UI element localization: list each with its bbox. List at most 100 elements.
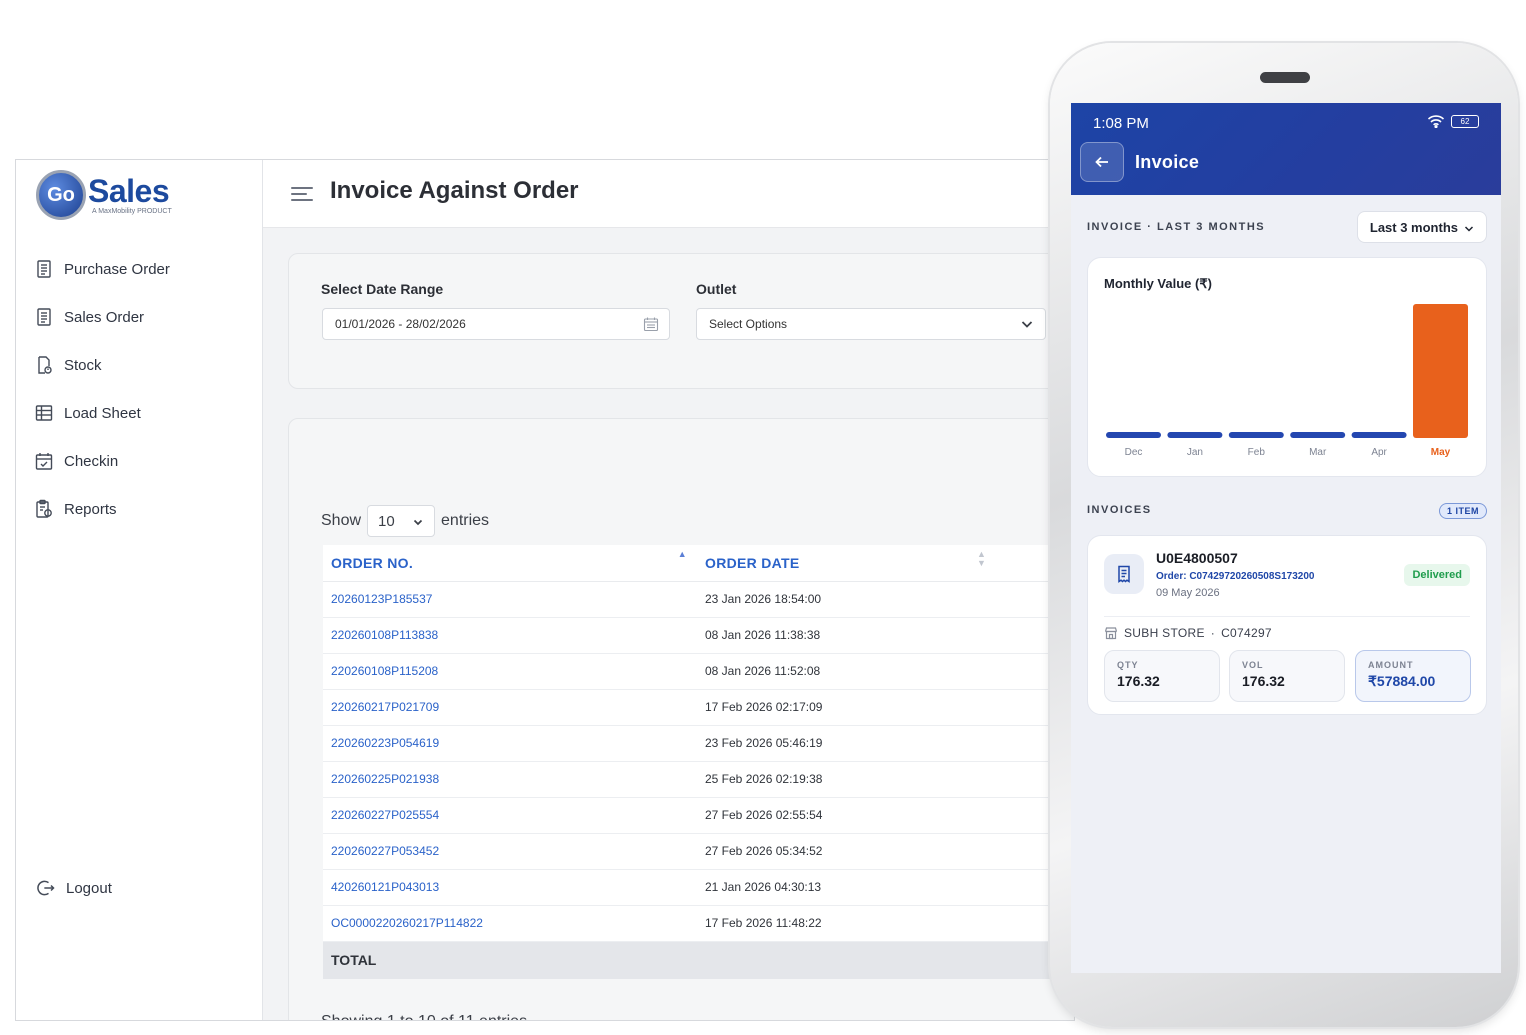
order-number-link[interactable]: 220260227P025554 — [323, 797, 697, 834]
show-label: Show — [321, 512, 362, 529]
logo-mark: Go — [36, 170, 86, 220]
table-row: 220260223P054619 23 Feb 2026 05:46:19 — [323, 725, 1074, 762]
date-range-label: Select Date Range — [321, 281, 444, 297]
store-info: SUBH STORE · C074297 — [1104, 626, 1272, 640]
sidebar: Go Sales A MaxMobility PRODUCT Purchase … — [16, 160, 263, 1020]
vol-label: VOL — [1242, 660, 1264, 670]
invoices-label: INVOICES — [1087, 504, 1152, 516]
amount-value: ₹57884.00 — [1368, 673, 1436, 689]
arrow-left-icon — [1094, 154, 1110, 170]
monthly-value-chart-card: Monthly Value (₹) Dec Jan Feb Mar Apr May — [1087, 257, 1487, 477]
chart-bar-dec[interactable] — [1106, 432, 1161, 438]
sort-icon: ▲ ▼ — [977, 549, 987, 568]
stock-icon — [34, 355, 54, 375]
order-date-cell: 23 Jan 2026 18:54:00 — [697, 581, 1074, 618]
column-header-order-no[interactable]: ORDER NO. ▲ — [323, 545, 697, 582]
order-number-link[interactable]: 220260225P021938 — [323, 761, 697, 798]
status-badge: Delivered — [1404, 564, 1470, 586]
chart-tick-label: Jan — [1187, 447, 1203, 458]
period-select-value: Last 3 months — [1369, 219, 1458, 235]
divider — [1104, 616, 1470, 617]
order-date-cell: 23 Feb 2026 05:46:19 — [697, 725, 1074, 762]
sidebar-item-label: Stock — [64, 356, 102, 374]
order-date-cell: 17 Feb 2026 11:48:22 — [697, 905, 1074, 942]
order-number-link[interactable]: OC0000220260217P114822 — [323, 905, 697, 942]
sidebar-item-reports[interactable]: Reports — [34, 485, 170, 533]
table-row: 220260108P115208 08 Jan 2026 11:52:08 — [323, 653, 1074, 690]
filter-panel: Select Date Range 01/01/2026 - 28/02/202… — [288, 253, 1074, 389]
chevron-down-icon — [1019, 316, 1035, 332]
page-size-select[interactable]: 10 — [367, 505, 436, 537]
top-bar: Invoice Against Order — [263, 160, 1074, 228]
chart-bar-may[interactable] — [1413, 304, 1468, 438]
web-app-window: Go Sales A MaxMobility PRODUCT Purchase … — [15, 159, 1075, 1021]
outlet-select[interactable]: Select Options — [696, 308, 1046, 340]
order-number-link[interactable]: 420260121P043013 — [323, 869, 697, 906]
page-size-control: Show 10 entries — [321, 505, 489, 537]
sidebar-item-label: Purchase Order — [64, 260, 170, 278]
chevron-down-icon — [412, 515, 424, 527]
order-number-link[interactable]: 220260223P054619 — [323, 725, 697, 762]
column-header-order-date[interactable]: ORDER DATE ▲ ▼ — [697, 545, 1074, 582]
logout-button[interactable]: Logout — [34, 876, 112, 900]
order-number-link[interactable]: 220260227P053452 — [323, 833, 697, 870]
mobile-app-header: 1:08 PM 62 Invoice — [1071, 103, 1501, 195]
order-date-cell: 27 Feb 2026 02:55:54 — [697, 797, 1074, 834]
orders-table-body: 20260123P185537 23 Jan 2026 18:54:00 22026… — [323, 581, 1074, 979]
vol-stat: VOL 176.32 — [1229, 650, 1345, 702]
menu-toggle-icon[interactable] — [291, 187, 313, 205]
sheet-icon — [34, 403, 54, 423]
store-icon — [1104, 626, 1118, 640]
sort-icon: ▲ — [677, 549, 687, 559]
chart-bar-apr[interactable] — [1351, 432, 1407, 438]
back-button[interactable] — [1080, 142, 1124, 182]
table-info: Showing 1 to 10 of 11 entries — [321, 1013, 527, 1020]
outlet-label: Outlet — [696, 281, 737, 297]
table-row: 420260121P043013 21 Jan 2026 04:30:13 — [323, 869, 1074, 906]
sidebar-item-load-sheet[interactable]: Load Sheet — [34, 389, 170, 437]
invoice-date: 09 May 2026 — [1156, 587, 1220, 599]
sidebar-item-sales-order[interactable]: Sales Order — [34, 293, 170, 341]
sidebar-item-label: Load Sheet — [64, 404, 141, 422]
logo-word: Sales — [88, 173, 170, 209]
chart-bar-feb[interactable] — [1228, 432, 1284, 438]
order-number-link[interactable]: 20260123P185537 — [323, 581, 697, 618]
page-title: Invoice Against Order — [330, 177, 579, 204]
date-range-input[interactable]: 01/01/2026 - 28/02/2026 — [322, 308, 670, 340]
battery-level: 62 — [1460, 116, 1470, 126]
order-date-cell: 17 Feb 2026 02:17:09 — [697, 689, 1074, 726]
order-date-cell: 21 Jan 2026 04:30:13 — [697, 869, 1074, 906]
sidebar-item-purchase-order[interactable]: Purchase Order — [34, 245, 170, 293]
sidebar-item-label: Sales Order — [64, 308, 145, 326]
receipt-icon — [1104, 554, 1144, 594]
table-row: OC0000220260217P114822 17 Feb 2026 11:48:… — [323, 905, 1074, 942]
app-logo[interactable]: Go Sales A MaxMobility PRODUCT — [36, 170, 172, 220]
phone-screen: 1:08 PM 62 Invoice INVOICE · LAST 3 MONT… — [1071, 103, 1501, 973]
invoice-card[interactable]: U0E4800507 Order: C07429720260508S173200… — [1087, 535, 1487, 715]
chart-tick-label: Mar — [1309, 447, 1327, 458]
period-select[interactable]: Last 3 months — [1356, 211, 1487, 243]
amount-stat: AMOUNT ₹57884.00 — [1355, 650, 1471, 702]
chart-bar-mar[interactable] — [1290, 432, 1346, 438]
chart-tick-label: May — [1431, 447, 1451, 458]
wifi-icon — [1427, 114, 1445, 129]
logout-icon — [34, 876, 58, 900]
order-number-link[interactable]: 220260217P021709 — [323, 689, 697, 726]
entries-label: entries — [441, 512, 490, 529]
qty-value: 176.32 — [1117, 673, 1160, 689]
table-row: 220260227P053452 27 Feb 2026 05:34:52 — [323, 833, 1074, 870]
logo-tagline: A MaxMobility PRODUCT — [92, 208, 172, 215]
table-header-row: ORDER NO. ▲ ORDER DATE ▲ ▼ — [323, 545, 1074, 582]
page-size-value: 10 — [378, 512, 395, 530]
chart-bar-jan[interactable] — [1167, 432, 1223, 438]
sidebar-item-stock[interactable]: Stock — [34, 341, 170, 389]
orders-table: ORDER NO. ▲ ORDER DATE ▲ ▼ 20260123P18553… — [323, 545, 1074, 979]
sidebar-item-checkin[interactable]: Checkin — [34, 437, 170, 485]
chevron-down-icon — [1464, 222, 1474, 232]
order-number-link[interactable]: 220260108P115208 — [323, 653, 697, 690]
items-count-badge: 1 ITEM — [1438, 503, 1487, 519]
status-icons: 62 — [1427, 114, 1479, 129]
order-number-link[interactable]: 220260108P113838 — [323, 617, 697, 654]
store-name: SUBH STORE — [1124, 626, 1205, 640]
phone-frame: 1:08 PM 62 Invoice INVOICE · LAST 3 MONT… — [1050, 43, 1518, 1027]
